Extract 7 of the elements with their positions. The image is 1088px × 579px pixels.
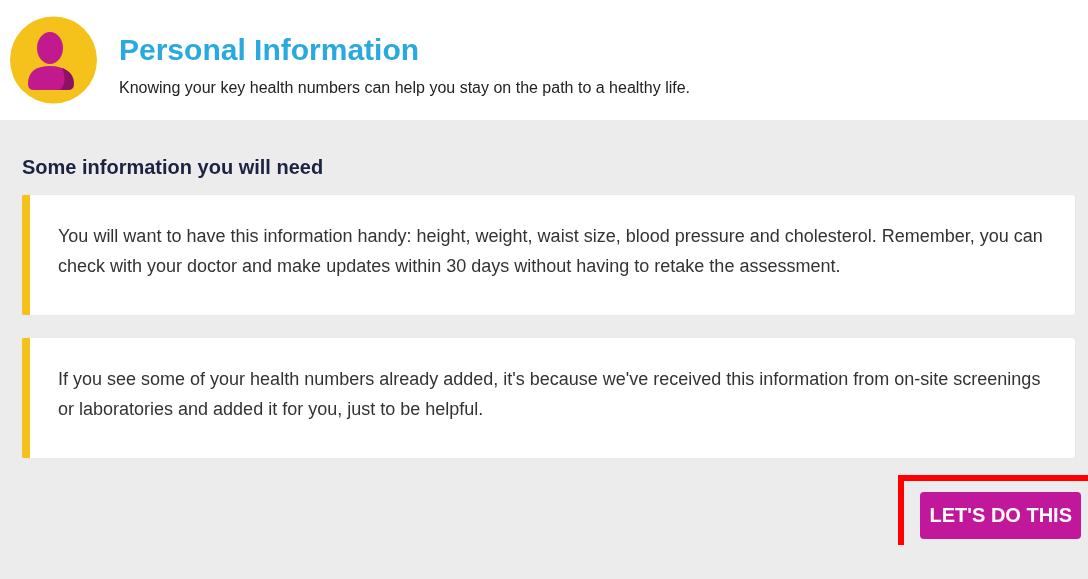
- info-text: If you see some of your health numbers already added, it's because we've received this information from on-site screenings or laboratories and added it for you, just to be helpful.: [58, 368, 1042, 421]
- info-text: You will want to have this information handy: height, weight, waist size, blood pressure and cholesterol. Remember, you can check with your doctor and make updates within 30 days without having to retake the assessment.: [58, 225, 1044, 278]
- lets-do-this-button[interactable]: LET'S DO THIS: [920, 492, 1081, 539]
- section-heading: Some information you will need: [22, 156, 325, 179]
- page-subtitle: Knowing your key health numbers can help you stay on the path to a healthy life.: [119, 79, 691, 97]
- person-icon: [10, 16, 97, 104]
- page-title: Personal Information: [119, 33, 421, 67]
